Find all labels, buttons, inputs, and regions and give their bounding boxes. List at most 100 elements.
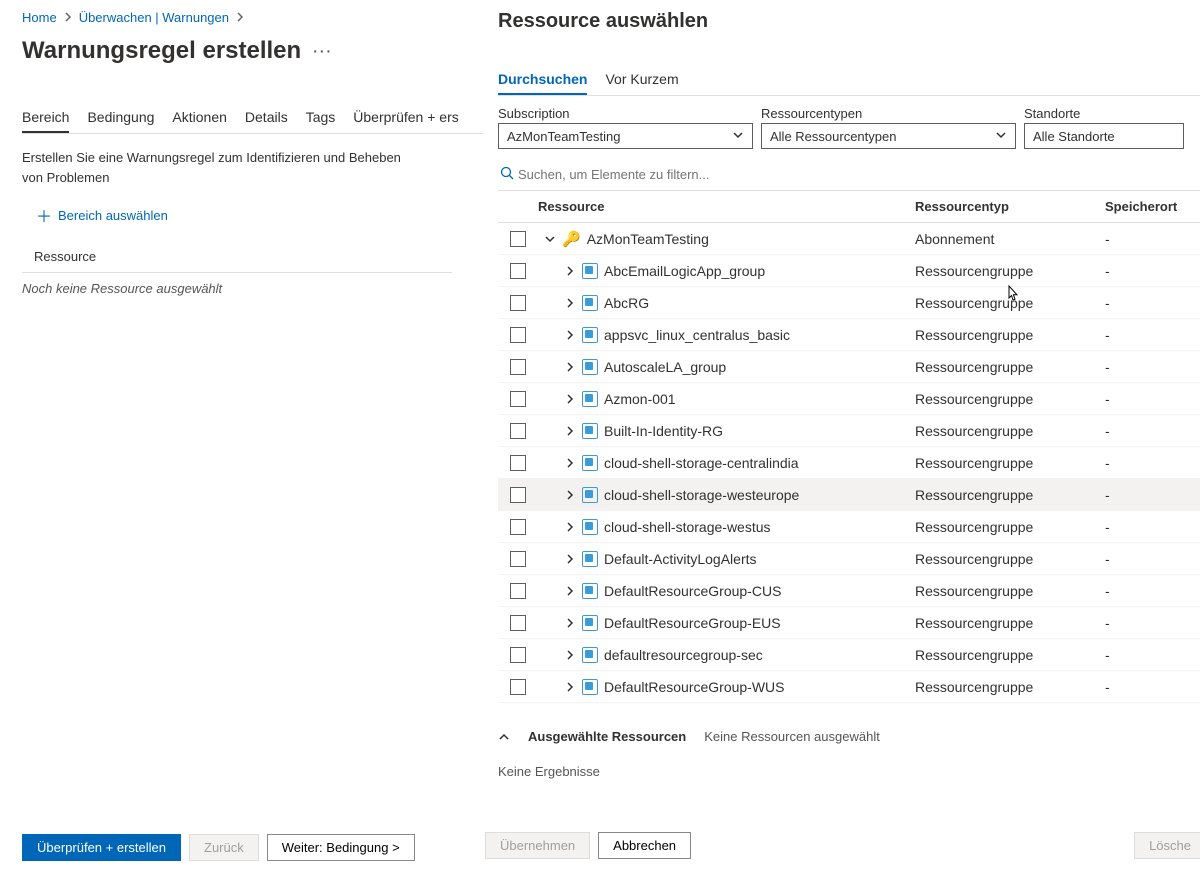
tab-browse[interactable]: Durchsuchen [498, 71, 587, 95]
resource-group-icon [582, 615, 598, 631]
checkbox[interactable] [510, 359, 526, 375]
subscription-dropdown[interactable]: AzMonTeamTesting [498, 123, 753, 149]
checkbox[interactable] [510, 295, 526, 311]
locations-dropdown[interactable]: Alle Standorte [1024, 123, 1184, 149]
tree-root-row[interactable]: 🔑 AzMonTeamTesting Abonnement - [498, 223, 1200, 255]
checkbox[interactable] [510, 679, 526, 695]
tab-review[interactable]: Überprüfen + ers [353, 109, 458, 133]
chevron-right-icon[interactable] [564, 617, 576, 629]
chevron-down-icon [995, 129, 1007, 144]
more-icon[interactable]: ··· [313, 43, 333, 59]
breadcrumb-monitor[interactable]: Überwachen | Warnungen [79, 10, 229, 25]
chevron-right-icon[interactable] [564, 265, 576, 277]
tab-scope[interactable]: Bereich [22, 109, 69, 133]
tree-row[interactable]: AutoscaleLA_groupRessourcengruppe- [498, 351, 1200, 383]
tree-row[interactable]: Built-In-Identity-RGRessourcengruppe- [498, 415, 1200, 447]
chevron-right-icon[interactable] [564, 297, 576, 309]
tree-row[interactable]: DefaultResourceGroup-WUSRessourcengruppe… [498, 671, 1200, 703]
col-type[interactable]: Ressourcentyp [915, 199, 1105, 214]
checkbox[interactable] [510, 263, 526, 279]
filters: Subscription AzMonTeamTesting Ressourcen… [498, 106, 1200, 149]
chevron-right-icon[interactable] [564, 681, 576, 693]
chevron-right-icon[interactable] [564, 489, 576, 501]
tab-details[interactable]: Details [245, 109, 288, 133]
checkbox[interactable] [510, 551, 526, 567]
no-results: Keine Ergebnisse [498, 764, 1200, 779]
resource-type: Ressourcengruppe [915, 295, 1105, 311]
resource-group-icon [582, 391, 598, 407]
left-panel: Home Überwachen | Warnungen Warnungsrege… [0, 0, 483, 871]
tree-row[interactable]: appsvc_linux_centralus_basicRessourcengr… [498, 319, 1200, 351]
tree-row[interactable]: AbcRGRessourcengruppe- [498, 287, 1200, 319]
checkbox[interactable] [510, 487, 526, 503]
page-title: Warnungsregel erstellen ··· [22, 37, 483, 65]
chevron-right-icon[interactable] [564, 553, 576, 565]
tab-recent[interactable]: Vor Kurzem [605, 71, 678, 95]
chevron-right-icon [235, 10, 245, 25]
tree-row[interactable]: defaultresourcegroup-sec Ressourcengruppe… [498, 639, 1200, 671]
checkbox[interactable] [510, 583, 526, 599]
breadcrumbs: Home Überwachen | Warnungen [22, 10, 483, 25]
tree-row[interactable]: Default-ActivityLogAlertsRessourcengrupp… [498, 543, 1200, 575]
types-dropdown[interactable]: Alle Ressourcentypen [761, 123, 1016, 149]
resource-name: defaultresourcegroup-sec [604, 647, 763, 663]
tree-row[interactable]: DefaultResourceGroup-EUSRessourcengruppe… [498, 607, 1200, 639]
tree-row[interactable]: DefaultResourceGroup-CUSRessourcengruppe… [498, 575, 1200, 607]
column-headers: Ressource Ressourcentyp Speicherort [498, 191, 1200, 223]
resource-group-icon [582, 647, 598, 663]
resource-type: Ressourcengruppe [915, 519, 1105, 535]
resource-group-icon [582, 551, 598, 567]
resource-type: Ressourcengruppe [915, 455, 1105, 471]
chevron-right-icon[interactable] [564, 425, 576, 437]
tree-row[interactable]: Azmon-001Ressourcengruppe- [498, 383, 1200, 415]
col-location[interactable]: Speicherort [1105, 199, 1200, 214]
checkbox[interactable] [510, 391, 526, 407]
resource-type: Ressourcengruppe [915, 359, 1105, 375]
tree-row[interactable]: cloud-shell-storage-centralindia Ressourc… [498, 447, 1200, 479]
checkbox[interactable] [510, 519, 526, 535]
resource-name: cloud-shell-storage-westus [604, 519, 771, 535]
chevron-right-icon[interactable] [564, 585, 576, 597]
chevron-up-icon[interactable] [498, 731, 510, 743]
resource-location: - [1105, 551, 1200, 567]
tab-tags[interactable]: Tags [306, 109, 336, 133]
selected-none: Keine Ressourcen ausgewählt [704, 729, 880, 744]
checkbox[interactable] [510, 615, 526, 631]
subscription-label: Subscription [498, 106, 753, 121]
resource-group-icon [582, 359, 598, 375]
resource-type: Ressourcengruppe [915, 615, 1105, 631]
checkbox[interactable] [510, 231, 526, 247]
checkbox[interactable] [510, 647, 526, 663]
tree-row[interactable]: cloud-shell-storage-westus Ressourcengrup… [498, 511, 1200, 543]
chevron-down-icon[interactable] [544, 233, 556, 245]
tree-row[interactable]: AbcEmailLogicApp_groupRessourcengruppe- [498, 255, 1200, 287]
checkbox[interactable] [510, 423, 526, 439]
cancel-button[interactable]: Abbrechen [598, 832, 691, 859]
chevron-right-icon[interactable] [564, 393, 576, 405]
col-resource[interactable]: Ressource [538, 199, 915, 214]
resource-name: cloud-shell-storage-westeurope [604, 487, 799, 503]
resource-group-icon [582, 583, 598, 599]
right-tabs: Durchsuchen Vor Kurzem [498, 71, 1200, 95]
resource-type: Abonnement [915, 231, 1105, 247]
chevron-right-icon[interactable] [564, 329, 576, 341]
resource-type: Ressourcengruppe [915, 327, 1105, 343]
checkbox[interactable] [510, 327, 526, 343]
chevron-right-icon[interactable] [564, 521, 576, 533]
checkbox[interactable] [510, 455, 526, 471]
tree-row[interactable]: cloud-shell-storage-westeuropeRessourcen… [498, 479, 1200, 511]
next-button[interactable]: Weiter: Bedingung > [267, 834, 415, 861]
search-input[interactable] [516, 163, 1200, 186]
resource-name: cloud-shell-storage-centralindia [604, 455, 799, 471]
tab-condition[interactable]: Bedingung [87, 109, 154, 133]
chevron-right-icon[interactable] [564, 457, 576, 469]
resource-type: Ressourcengruppe [915, 423, 1105, 439]
resource-group-icon [582, 295, 598, 311]
tab-actions[interactable]: Aktionen [172, 109, 226, 133]
add-scope-link[interactable]: ＋ Bereich auswählen [36, 203, 483, 227]
resource-type: Ressourcengruppe [915, 647, 1105, 663]
breadcrumb-home[interactable]: Home [22, 10, 57, 25]
chevron-right-icon[interactable] [564, 361, 576, 373]
review-create-button[interactable]: Überprüfen + erstellen [22, 834, 181, 861]
chevron-right-icon[interactable] [564, 649, 576, 661]
